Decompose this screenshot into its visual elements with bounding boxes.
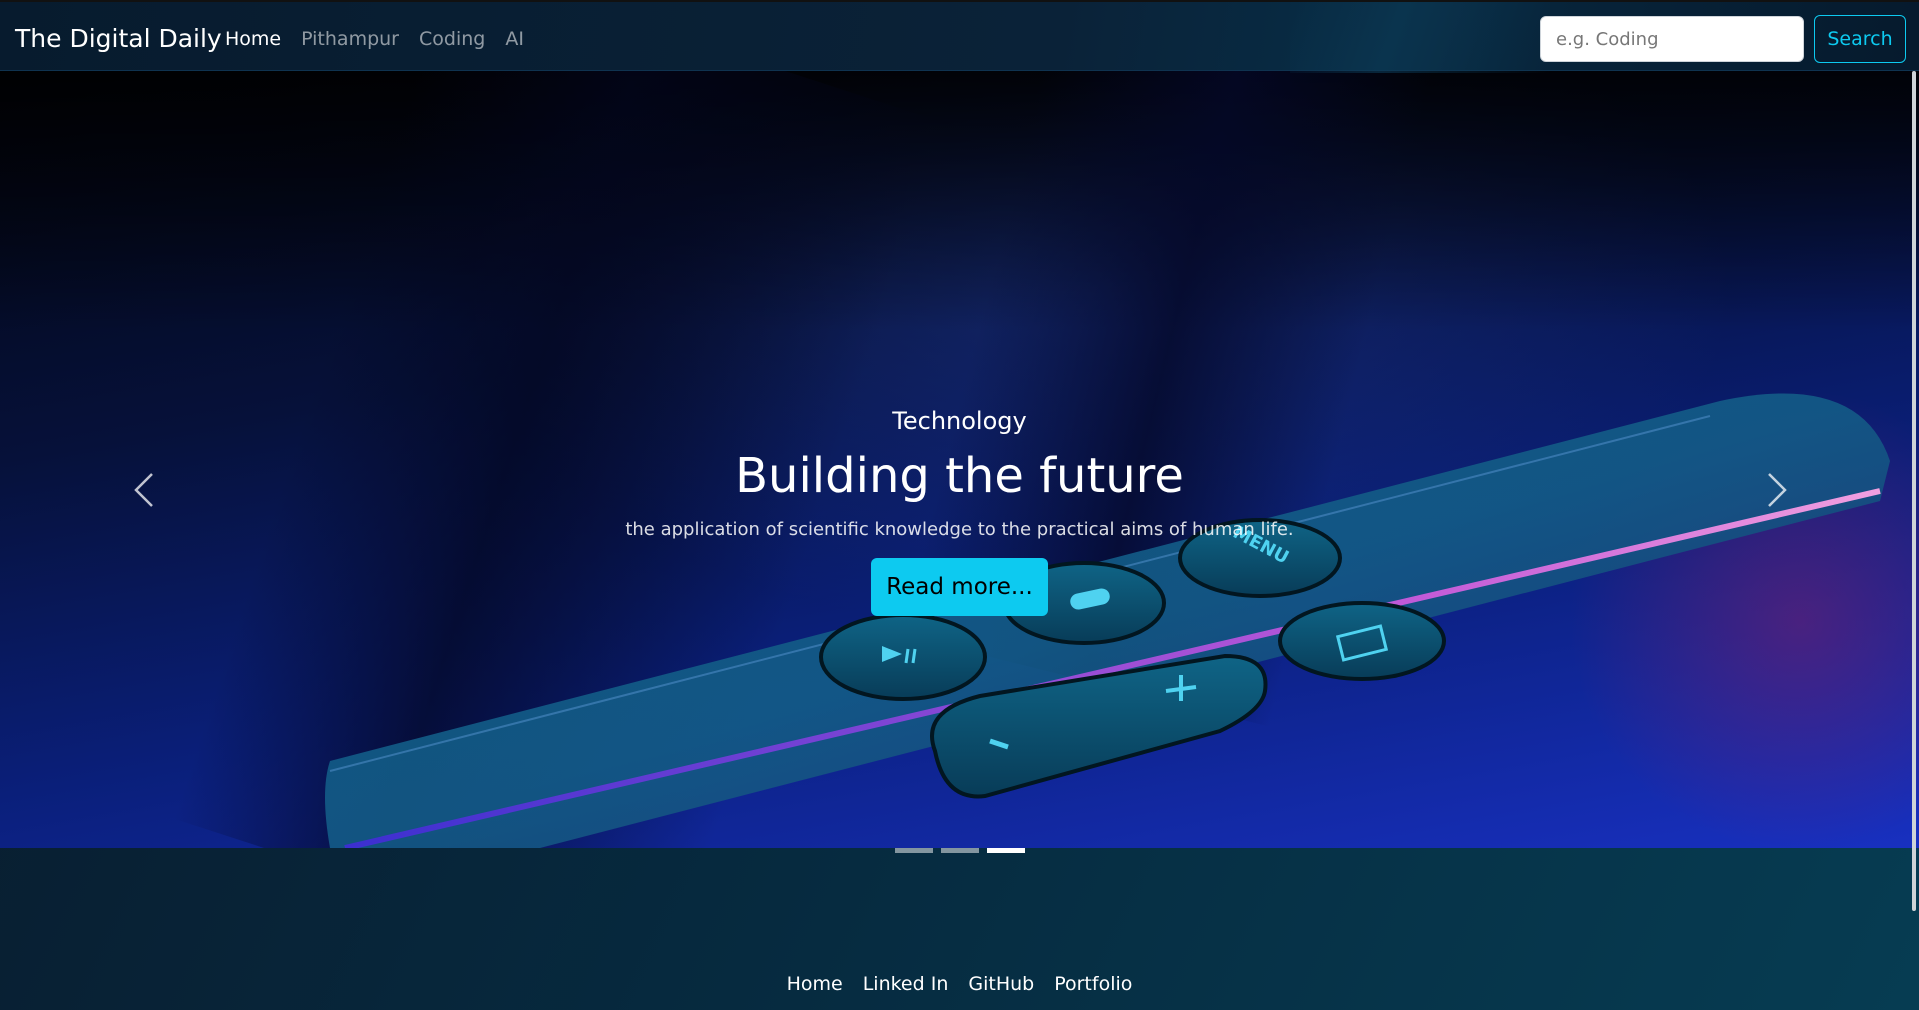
chevron-right-icon bbox=[1768, 473, 1787, 507]
nav-link-pithampur[interactable]: Pithampur bbox=[301, 26, 399, 52]
nav-link-home[interactable]: Home bbox=[225, 26, 281, 52]
page-scrollbar[interactable] bbox=[1912, 71, 1916, 911]
navbar-sheen bbox=[1290, 2, 1550, 73]
caption-title: Building the future bbox=[735, 448, 1184, 504]
nav-link-coding[interactable]: Coding bbox=[419, 26, 485, 52]
footer-link-linkedin[interactable]: Linked In bbox=[863, 973, 949, 995]
footer-link-portfolio[interactable]: Portfolio bbox=[1054, 973, 1132, 995]
carousel-indicators bbox=[0, 848, 1919, 853]
footer-links: Home Linked In GitHub Portfolio bbox=[0, 973, 1919, 995]
carousel-prev-button[interactable] bbox=[124, 460, 164, 520]
brand-link[interactable]: The Digital Daily bbox=[15, 24, 222, 54]
read-more-button[interactable]: Read more... bbox=[871, 558, 1048, 616]
carousel-indicator-1[interactable] bbox=[894, 848, 933, 853]
nav-link-ai[interactable]: AI bbox=[505, 26, 524, 52]
chevron-left-icon bbox=[134, 473, 153, 507]
nav-links: Home Pithampur Coding AI bbox=[225, 26, 524, 52]
footer-link-github[interactable]: GitHub bbox=[968, 973, 1034, 995]
search-input[interactable] bbox=[1540, 16, 1804, 62]
carousel-indicator-2[interactable] bbox=[940, 848, 979, 853]
footer-link-home[interactable]: Home bbox=[787, 973, 843, 995]
carousel-caption: Technology Building the future the appli… bbox=[0, 406, 1919, 616]
search-button[interactable]: Search bbox=[1814, 15, 1906, 63]
carousel-next-button[interactable] bbox=[1757, 460, 1797, 520]
carousel: MENU Technology Building the future the … bbox=[0, 71, 1919, 848]
navbar: The Digital Daily Home Pithampur Coding … bbox=[0, 0, 1919, 73]
carousel-indicator-3[interactable] bbox=[986, 848, 1025, 853]
caption-description: the application of scientific knowledge … bbox=[625, 519, 1294, 540]
caption-kicker: Technology bbox=[892, 407, 1027, 435]
